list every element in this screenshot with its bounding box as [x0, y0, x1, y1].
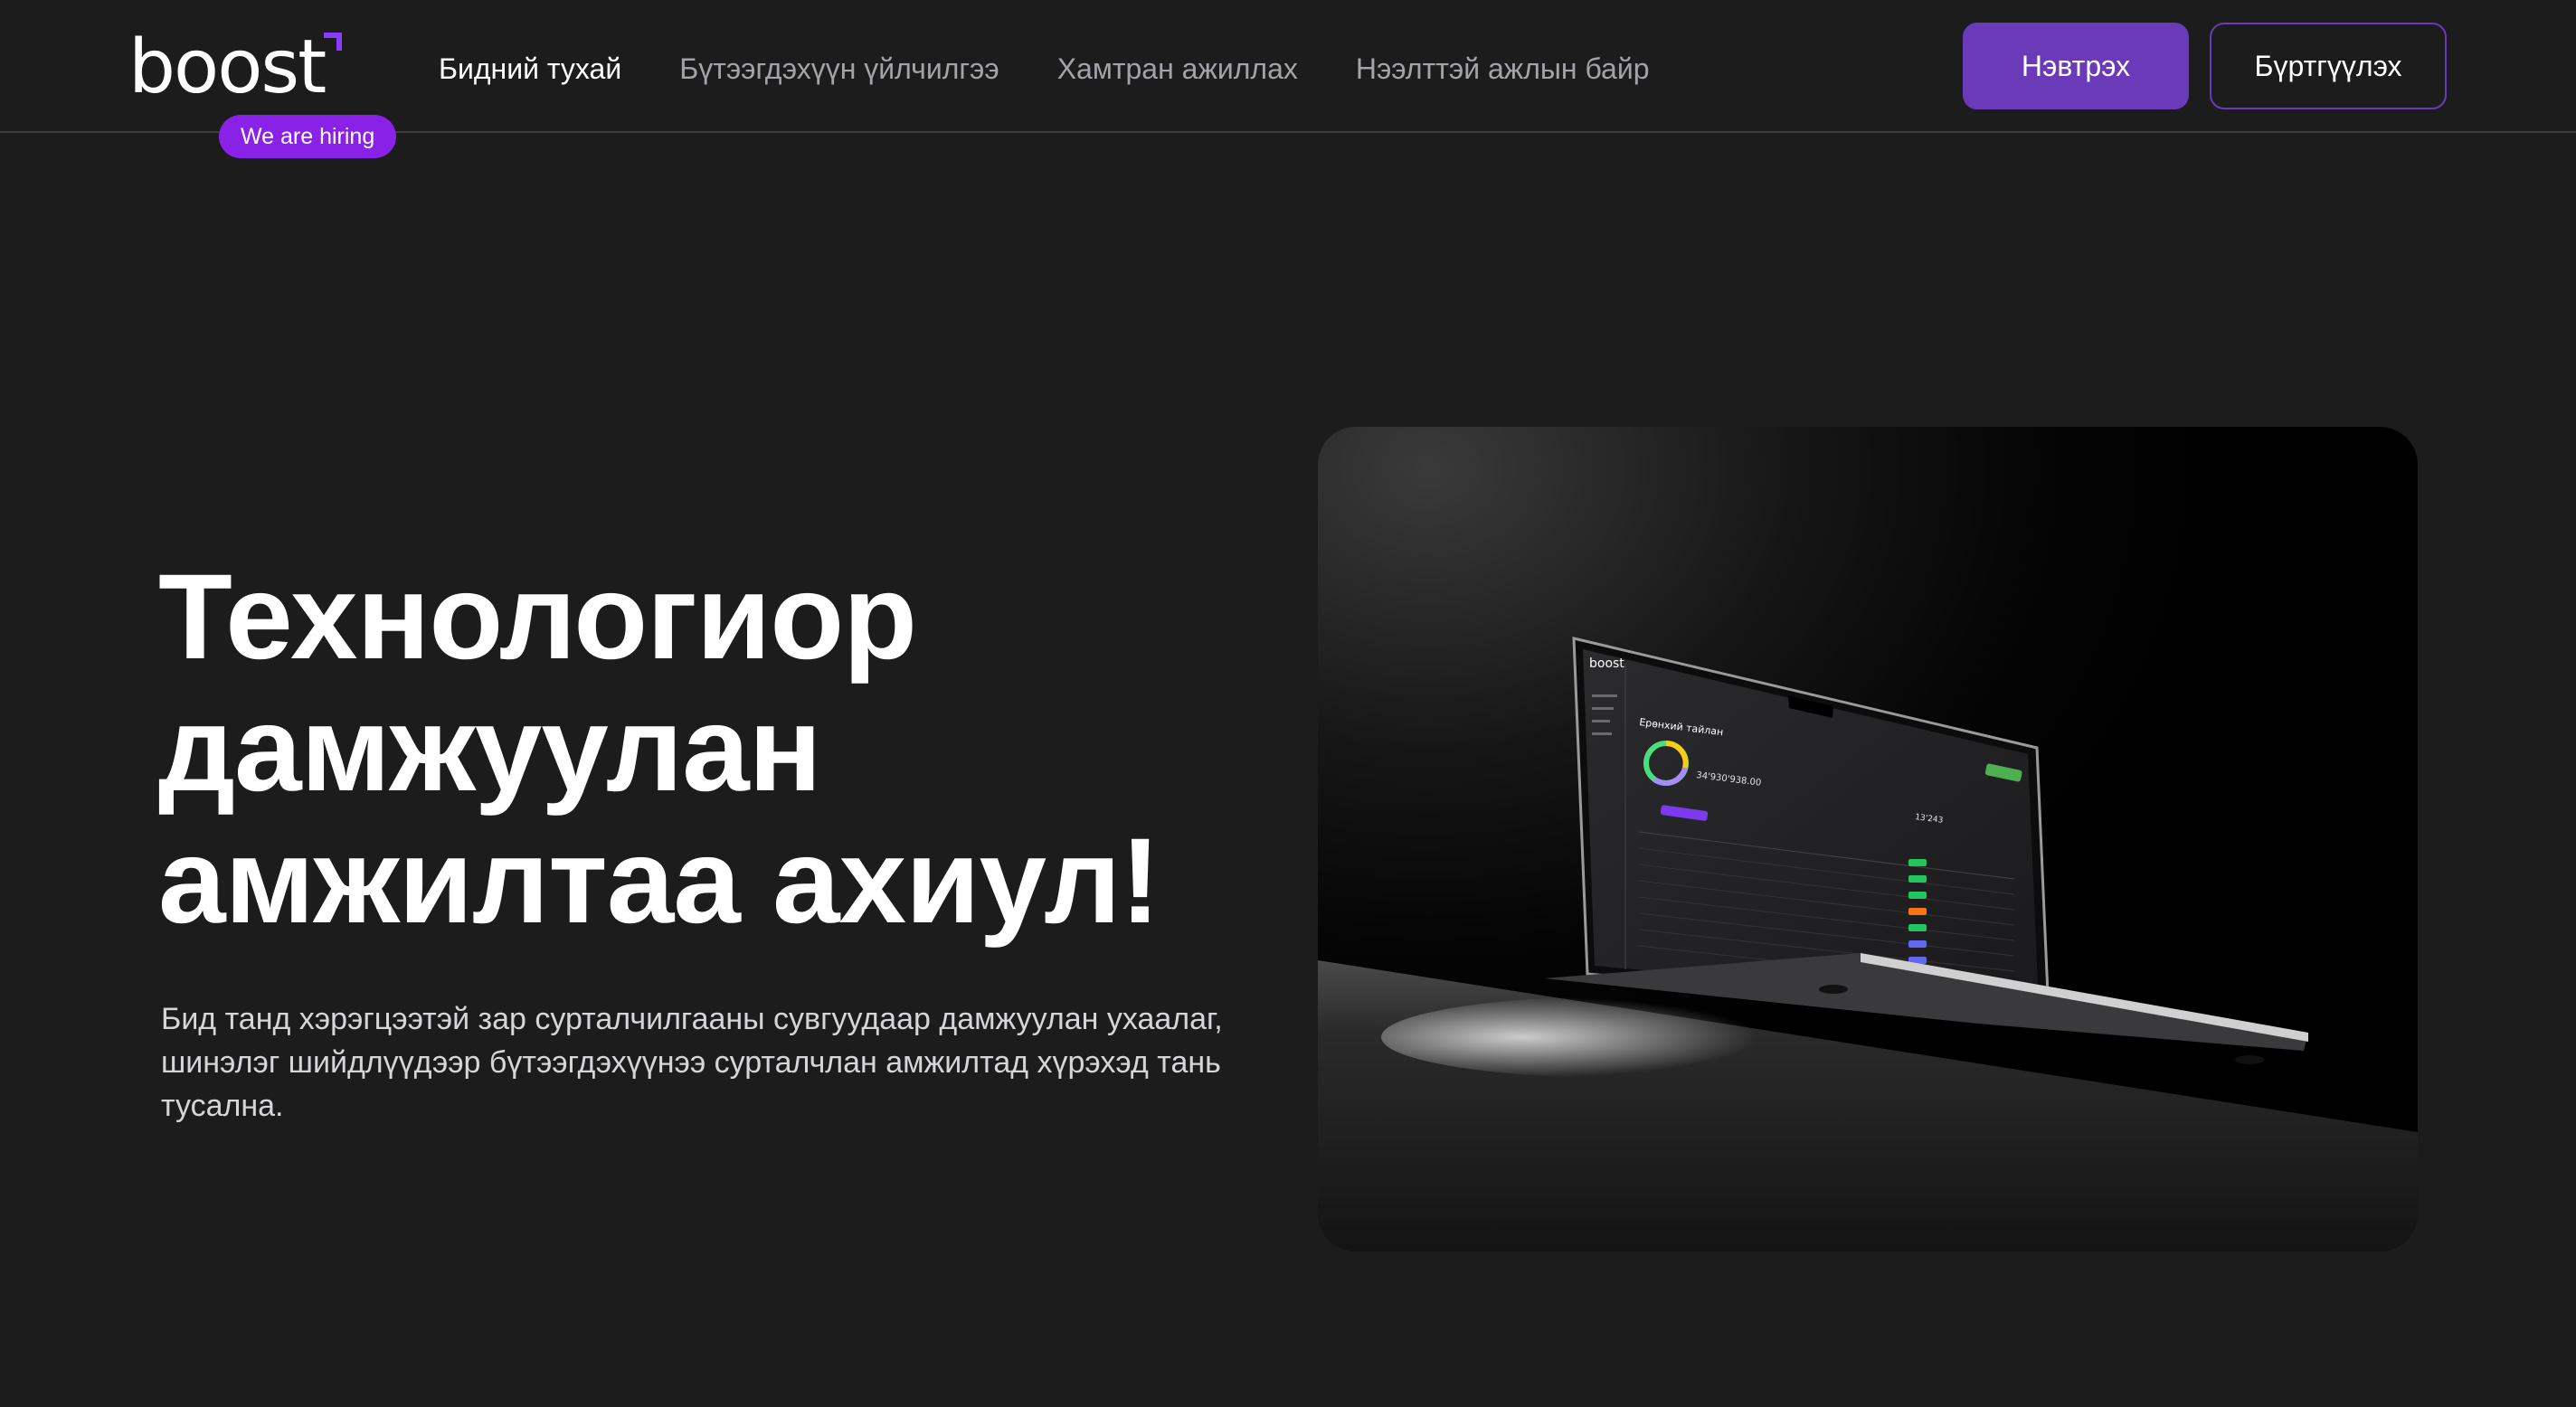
- screen-sidebar-item: [1592, 694, 1617, 697]
- hero-title-line-2: дамжуулан: [158, 682, 822, 817]
- hero-title: Технологиор дамжуулан амжилтаа ахиул!: [158, 552, 1244, 948]
- laptop-foot: [2235, 1055, 2264, 1064]
- screen-sidebar-item: [1592, 707, 1614, 710]
- register-button[interactable]: Бүртгүүлэх: [2210, 23, 2447, 109]
- light-reflection: [1381, 996, 1852, 1078]
- hiring-badge[interactable]: We are hiring: [219, 115, 397, 158]
- nav-item-about[interactable]: Бидний тухай: [439, 47, 621, 90]
- site-header: boost We are hiring Бидний тухай Бүтээгд…: [0, 0, 2576, 158]
- laptop-illustration: boost Ерөнхий тайлан 34'930'938.00 13'24…: [1318, 637, 2418, 1251]
- hero-title-line-3: амжилтаа ахиул!: [158, 814, 1160, 949]
- boost-logo[interactable]: boost We are hiring: [128, 24, 397, 163]
- screen-sidebar-item: [1592, 732, 1612, 735]
- hero-title-line-1: Технологиор: [158, 550, 917, 685]
- screen-sidebar-item: [1592, 720, 1610, 722]
- laptop-foot: [1819, 985, 1848, 994]
- nav-item-careers[interactable]: Нээлттэй ажлын байр: [1356, 47, 1650, 90]
- main-nav: Бидний тухай Бүтээгдэхүүн үйлчилгээ Хамт…: [439, 47, 1650, 90]
- logo-corner-mark: [324, 33, 342, 51]
- hero-laptop-image: boost Ерөнхий тайлан 34'930'938.00 13'24…: [1318, 427, 2418, 1251]
- hero-description: Бид танд хэрэгцээтэй зар сурталчилгааны …: [161, 1002, 1223, 1123]
- screen-logo: boost: [1589, 656, 1624, 671]
- logo-wordmark: boost: [128, 24, 327, 110]
- login-button[interactable]: Нэвтрэх: [1963, 23, 2189, 109]
- nav-item-partnership[interactable]: Хамтран ажиллах: [1057, 47, 1298, 90]
- nav-item-products[interactable]: Бүтээгдэхүүн үйлчилгээ: [679, 47, 999, 90]
